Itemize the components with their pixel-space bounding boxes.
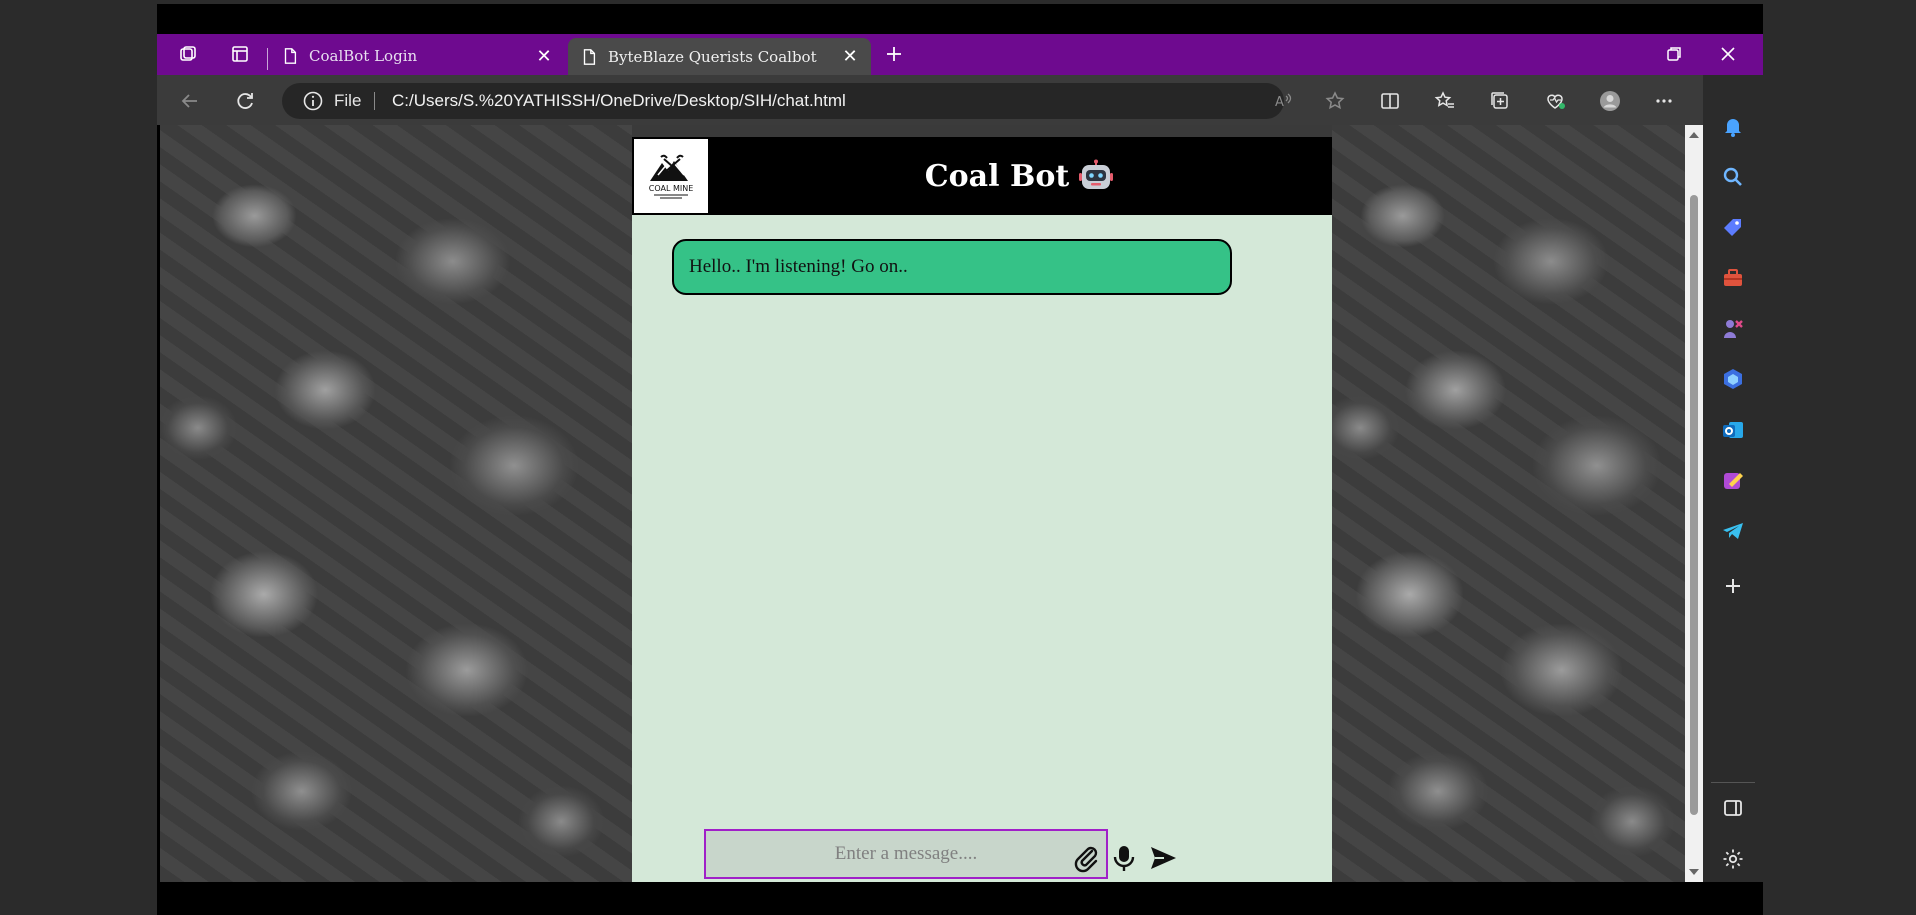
address-url[interactable]: C:/Users/S.%20YATHISSH/OneDrive/Desktop/…	[392, 91, 846, 111]
scroll-up-icon[interactable]	[1687, 129, 1701, 141]
message-input[interactable]	[704, 829, 1108, 879]
shopping-tag-icon[interactable]	[1717, 212, 1749, 244]
svg-text:A: A	[1275, 95, 1284, 110]
microphone-icon[interactable]	[1107, 841, 1141, 875]
favorite-star-icon[interactable]	[1320, 86, 1350, 116]
page-scrollbar[interactable]	[1685, 125, 1703, 882]
add-icon[interactable]	[1717, 570, 1749, 602]
telegram-icon[interactable]	[1717, 515, 1749, 547]
refresh-icon[interactable]	[230, 86, 260, 116]
hide-sidebar-icon[interactable]	[1717, 792, 1749, 824]
coal-background-image	[160, 125, 632, 882]
outlook-icon[interactable]	[1717, 414, 1749, 446]
chat-title: Coal Bot	[924, 158, 1070, 194]
edge-sidebar	[1703, 75, 1763, 882]
bell-icon[interactable]	[1717, 111, 1749, 143]
page-icon	[583, 48, 596, 65]
close-icon[interactable]: ✕	[841, 46, 859, 67]
chat-header: COAL MINE Coal Bot	[632, 137, 1332, 215]
robot-icon	[1079, 159, 1114, 189]
page-icon	[284, 48, 297, 64]
browser-essentials-icon[interactable]	[1540, 86, 1570, 116]
browser-toolbar: File C:/Users/S.%20YATHISSH/OneDrive/Des…	[157, 75, 1763, 125]
page-viewport: COAL MINE Coal Bot Hello.. I'm listening…	[160, 125, 1685, 882]
games-icon[interactable]	[1717, 313, 1749, 345]
scroll-down-icon[interactable]	[1687, 866, 1701, 878]
coal-background-image	[1332, 125, 1685, 882]
collections-icon[interactable]	[1485, 86, 1515, 116]
favorites-icon[interactable]	[1430, 86, 1460, 116]
address-separator	[374, 92, 375, 110]
back-icon[interactable]	[175, 86, 205, 116]
settings-icon[interactable]	[1717, 843, 1749, 875]
tab-strip: CoalBot Login ✕ ByteBlaze Querists Coalb…	[157, 34, 1763, 75]
split-screen-icon[interactable]	[1375, 86, 1405, 116]
address-bar[interactable]: File C:/Users/S.%20YATHISSH/OneDrive/Des…	[282, 83, 1284, 119]
scrollbar-thumb[interactable]	[1690, 195, 1698, 815]
restore-icon[interactable]	[1661, 41, 1687, 67]
sidebar-divider	[1711, 782, 1755, 783]
tab-coalbot[interactable]: ByteBlaze Querists Coalbot ✕	[568, 38, 871, 75]
attach-icon[interactable]	[1070, 841, 1104, 875]
window-close-icon[interactable]	[1715, 41, 1741, 67]
tab-coalbot-login[interactable]: CoalBot Login ✕	[269, 39, 565, 73]
tab-label: ByteBlaze Querists Coalbot	[608, 47, 817, 66]
more-icon[interactable]	[1649, 86, 1679, 116]
profile-icon[interactable]	[1595, 86, 1625, 116]
tools-icon[interactable]	[1717, 262, 1749, 294]
info-icon[interactable]	[302, 90, 324, 112]
designer-icon[interactable]	[1717, 464, 1749, 496]
tab-separator	[267, 48, 268, 70]
chat-title-wrap: Coal Bot	[632, 137, 1332, 215]
tab-label: CoalBot Login	[309, 47, 418, 65]
new-tab-icon[interactable]	[881, 41, 907, 67]
bot-message-text: Hello.. I'm listening! Go on..	[689, 256, 908, 277]
bot-message-bubble: Hello.. I'm listening! Go on..	[672, 239, 1232, 295]
send-icon[interactable]	[1146, 841, 1180, 875]
read-aloud-icon[interactable]: A	[1269, 86, 1299, 116]
address-scheme: File	[334, 91, 362, 110]
search-icon[interactable]	[1717, 161, 1749, 193]
tab-actions-icon[interactable]	[227, 41, 253, 67]
chat-container: COAL MINE Coal Bot Hello.. I'm listening…	[632, 137, 1332, 882]
microsoft365-icon[interactable]	[1717, 363, 1749, 395]
workspaces-icon[interactable]	[175, 41, 201, 67]
browser-window: CoalBot Login ✕ ByteBlaze Querists Coalb…	[157, 4, 1763, 915]
close-icon[interactable]: ✕	[535, 46, 553, 67]
